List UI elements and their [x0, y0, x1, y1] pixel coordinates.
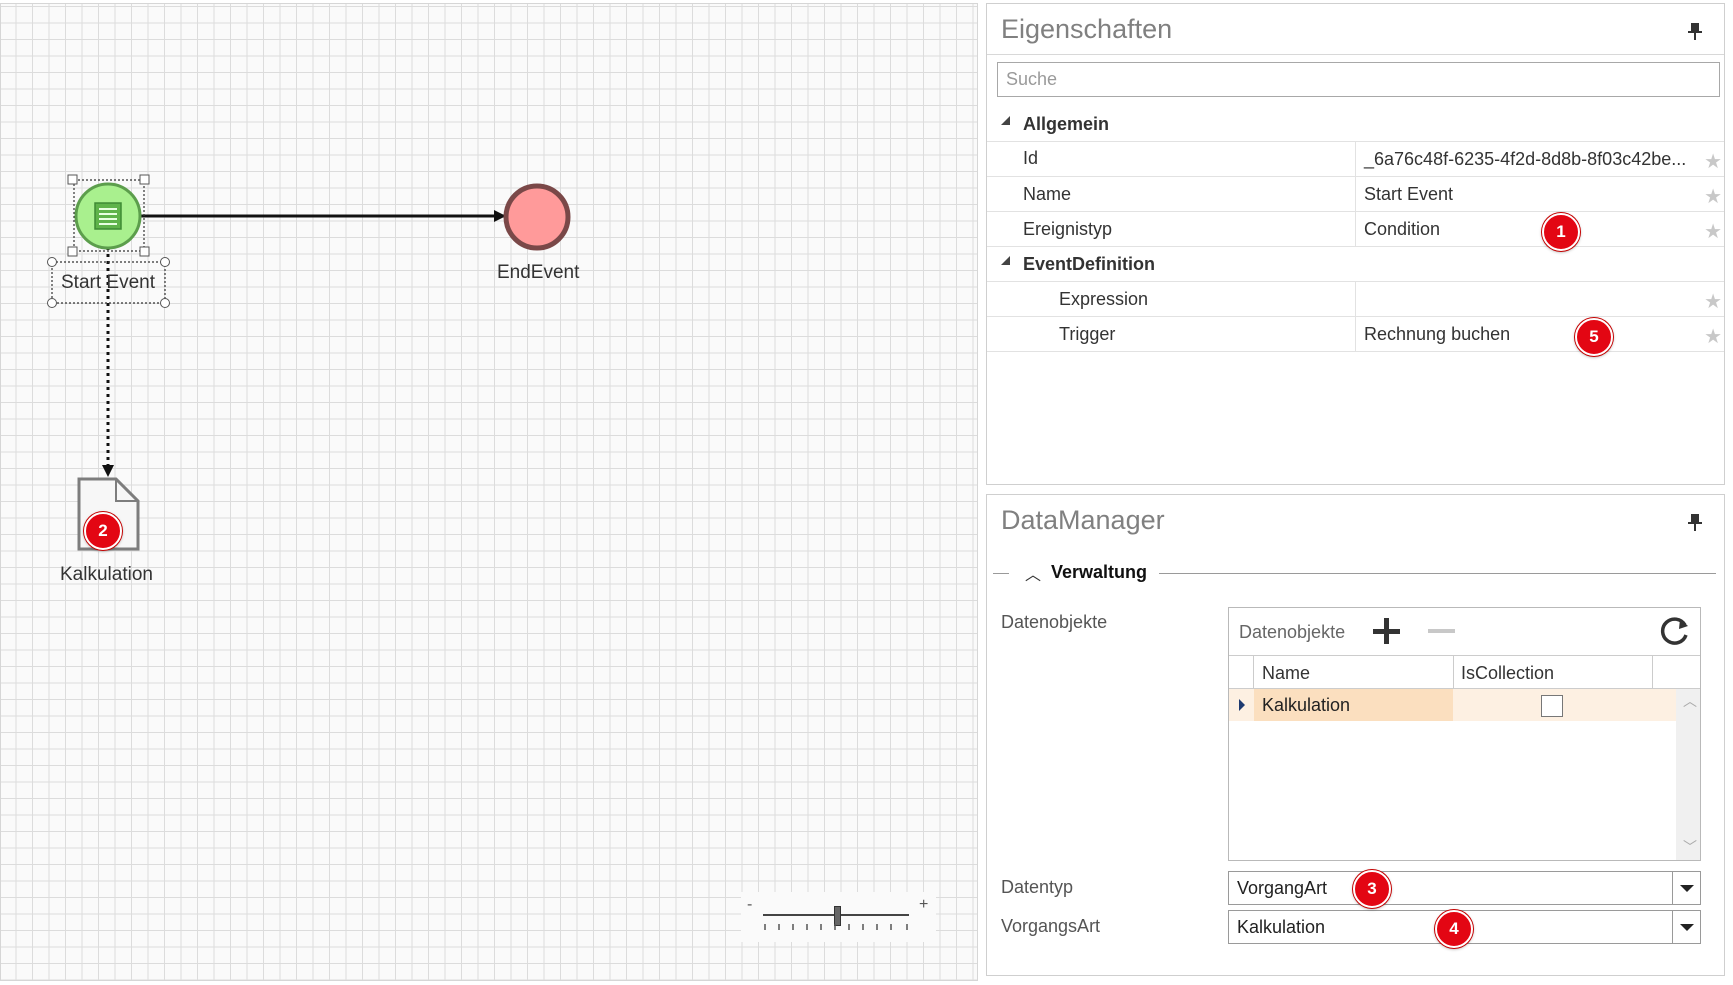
annotation-badge: 5	[1575, 318, 1613, 356]
label-handle[interactable]	[160, 257, 170, 267]
end-event[interactable]	[503, 183, 571, 251]
label-handle[interactable]	[47, 298, 57, 308]
annotation-badge: 4	[1435, 910, 1473, 948]
property-row-trigger[interactable]: Trigger Rechnung buchen ★	[987, 317, 1724, 352]
property-row-event-type[interactable]: Ereignistyp Condition ★	[987, 212, 1724, 247]
annotation-badge: 3	[1353, 870, 1391, 908]
property-row-id[interactable]: Id _6a76c48f-6235-4f2d-8d8b-8f03c42be...…	[987, 142, 1724, 177]
chevron-down-icon[interactable]	[1672, 911, 1700, 943]
star-icon[interactable]: ★	[1704, 219, 1722, 244]
column-header-name[interactable]: Name	[1262, 663, 1310, 684]
section-divider	[1159, 573, 1716, 574]
property-value-name[interactable]: Start Event	[1355, 177, 1710, 211]
property-value-id[interactable]: _6a76c48f-6235-4f2d-8d8b-8f03c42be...	[1355, 142, 1710, 176]
annotation-badge: 1	[1542, 213, 1580, 251]
iscollection-checkbox[interactable]	[1541, 695, 1563, 717]
property-name: Expression	[1059, 289, 1149, 309]
star-icon[interactable]: ★	[1704, 324, 1722, 349]
diagram-connectors	[47, 174, 571, 551]
grid-scrollbar[interactable]: ︿ ﹀	[1676, 689, 1700, 860]
property-name: Id	[1023, 148, 1039, 168]
collapse-triangle-icon[interactable]	[1001, 256, 1010, 265]
search-input[interactable]	[997, 62, 1720, 97]
data-object-label[interactable]: Kalkulation	[60, 564, 153, 586]
datentyp-dropdown[interactable]: VorgangArt	[1228, 871, 1701, 905]
grid-header: Name IsCollection	[1229, 656, 1700, 689]
annotation-badge: 2	[84, 512, 122, 550]
row-name-cell[interactable]: Kalkulation	[1254, 689, 1453, 721]
section-divider	[993, 573, 1009, 574]
grid-header-gutter	[1229, 656, 1254, 688]
datamanager-title: DataManager	[1001, 505, 1165, 535]
collapse-triangle-icon[interactable]	[1001, 116, 1010, 125]
grid-column-divider	[1453, 656, 1454, 688]
table-row[interactable]: Kalkulation	[1229, 689, 1676, 721]
start-event-label[interactable]: Start Event	[61, 272, 155, 294]
row-indicator-icon	[1239, 699, 1245, 711]
pin-icon[interactable]	[1688, 513, 1702, 531]
column-header-iscollection[interactable]: IsCollection	[1461, 663, 1554, 684]
chevron-down-icon[interactable]	[1672, 872, 1700, 904]
chevron-up-icon[interactable]: ︿	[1025, 561, 1041, 585]
property-value-expression[interactable]	[1355, 282, 1710, 316]
zoom-slider[interactable]: - +	[741, 892, 936, 942]
category-label: Allgemein	[1023, 114, 1110, 134]
datenobjekte-label: Datenobjekte	[1001, 612, 1108, 632]
properties-separator	[987, 54, 1724, 55]
vorgangsart-value: Kalkulation	[1237, 917, 1326, 937]
remove-icon[interactable]	[1425, 615, 1457, 647]
vorgangsart-label: VorgangsArt	[1001, 916, 1101, 936]
end-event-label[interactable]: EndEvent	[497, 262, 579, 284]
selection-handle[interactable]	[67, 246, 78, 257]
properties-panel: Eigenschaften Allgemein Id _6a76c48f-623…	[986, 3, 1725, 485]
data-objects-grid: Datenobjekte Name IsCollection Kalkulati…	[1228, 607, 1701, 861]
star-icon[interactable]: ★	[1704, 289, 1722, 314]
label-handle[interactable]	[160, 298, 170, 308]
property-value-trigger[interactable]: Rechnung buchen	[1355, 317, 1710, 351]
property-name: Name	[1023, 184, 1072, 204]
zoom-ticks	[764, 924, 908, 930]
datamanager-panel: DataManager ︿ Verwaltung Datenobjekte Da…	[986, 494, 1725, 976]
add-icon[interactable]	[1370, 615, 1402, 647]
pin-icon[interactable]	[1688, 22, 1702, 40]
category-eventdefinition[interactable]: EventDefinition	[987, 247, 1724, 282]
category-allgemein[interactable]: Allgemein	[987, 107, 1724, 142]
diagram-canvas[interactable]: Start Event EndEvent Kalkulation 2 - +	[0, 3, 978, 981]
category-label: EventDefinition	[1023, 254, 1156, 274]
grid-column-divider	[1652, 656, 1653, 688]
selection-handle[interactable]	[139, 246, 150, 257]
section-title[interactable]: Verwaltung	[1051, 562, 1147, 583]
toolbar-label: Datenobjekte	[1239, 622, 1346, 642]
property-name: Trigger	[1059, 324, 1116, 344]
properties-title: Eigenschaften	[1001, 14, 1173, 44]
start-event[interactable]	[74, 182, 142, 250]
selection-handle[interactable]	[67, 174, 78, 185]
label-handle[interactable]	[47, 257, 57, 267]
property-row-expression[interactable]: Expression ★	[987, 282, 1724, 317]
star-icon[interactable]: ★	[1704, 149, 1722, 174]
selection-handle[interactable]	[139, 174, 150, 185]
scroll-up-icon[interactable]: ︿	[1683, 691, 1697, 711]
scroll-down-icon[interactable]: ﹀	[1683, 837, 1697, 857]
refresh-icon[interactable]	[1658, 614, 1692, 648]
datentyp-value: VorgangArt	[1237, 878, 1328, 898]
property-name: Ereignistyp	[1023, 219, 1113, 239]
star-icon[interactable]: ★	[1704, 184, 1722, 209]
property-value-event-type[interactable]: Condition	[1355, 212, 1710, 246]
property-row-name[interactable]: Name Start Event ★	[987, 177, 1724, 212]
row-name: Kalkulation	[1262, 695, 1351, 715]
datentyp-label: Datentyp	[1001, 877, 1074, 897]
